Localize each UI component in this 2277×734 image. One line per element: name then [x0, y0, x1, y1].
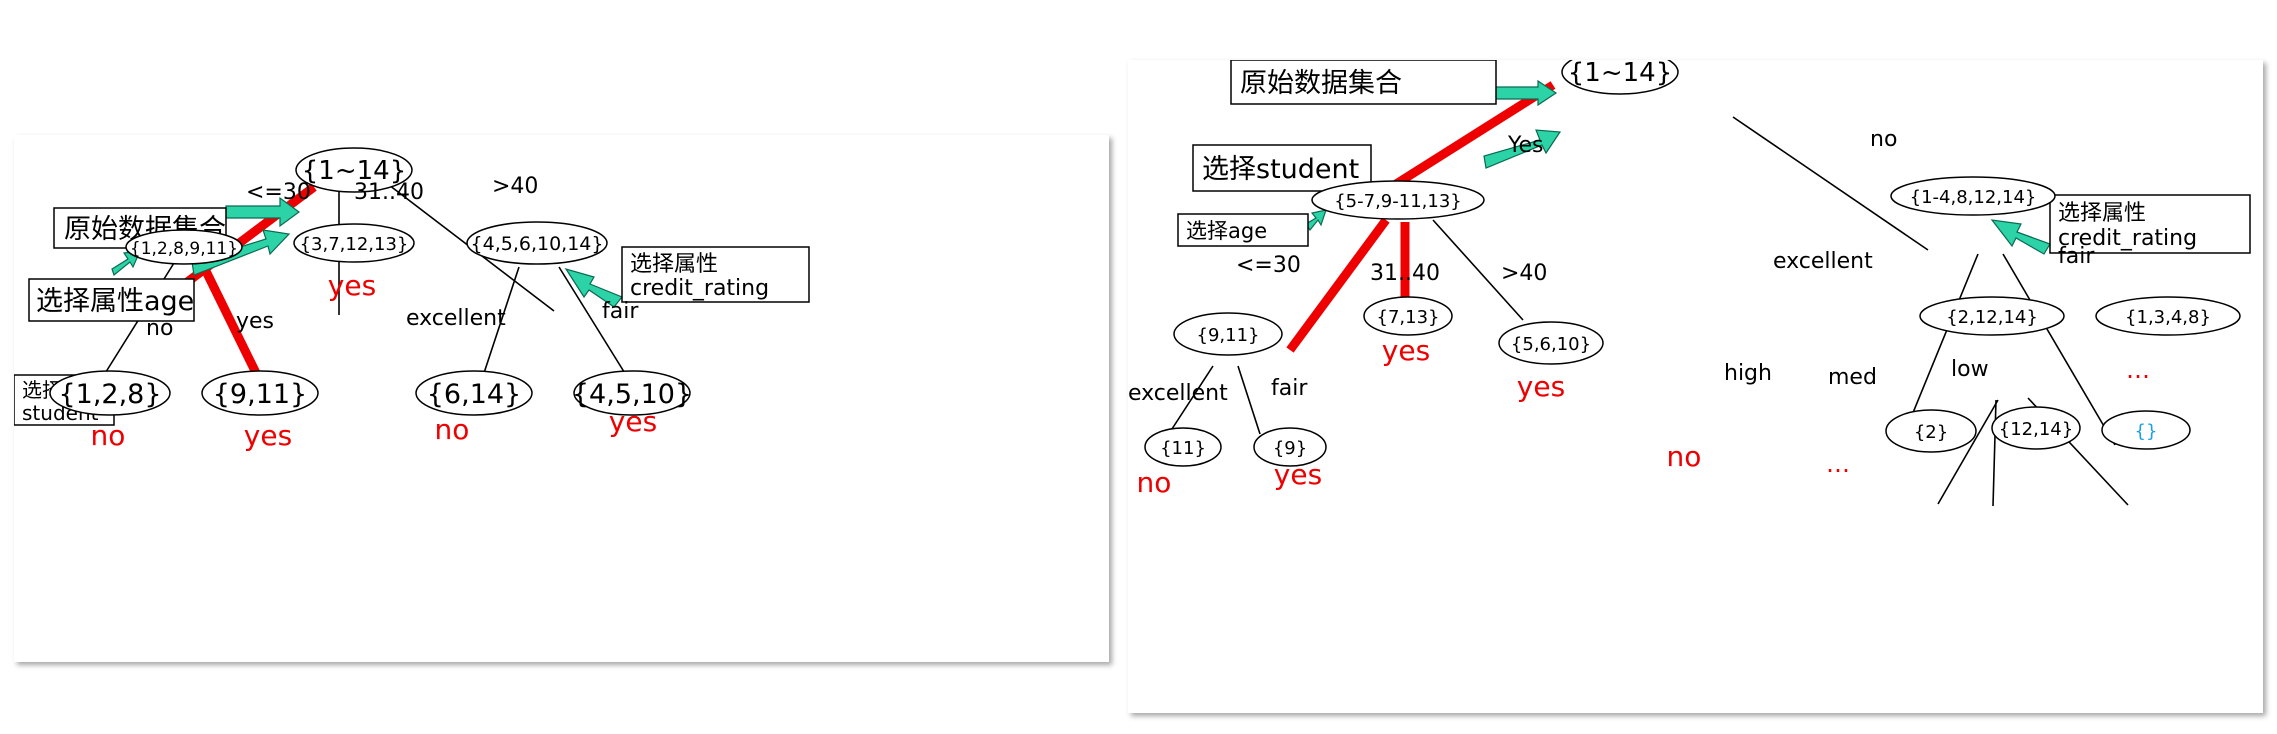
result-node-5610: yes: [1517, 370, 1565, 403]
right-decision-tree-panel: 原始数据集合 选择student 选择age 选择属性 credit_ratin…: [1128, 60, 2263, 713]
label-original: 原始数据集合: [1240, 68, 1402, 99]
edge-label-high: high: [1724, 361, 1772, 386]
arrow-age-icon: [1305, 209, 1327, 232]
node-21214-label: {2,12,14}: [1946, 307, 2038, 328]
edge-label-mid: 31..40: [354, 180, 424, 205]
node-mid-label: {3,7,12,13}: [300, 234, 409, 255]
node-old-label: {4,5,6,10,14}: [471, 233, 604, 255]
edge-label-med: med: [1828, 365, 1877, 390]
result-leaf-11: no: [1137, 466, 1172, 499]
result-leaf-9: yes: [1274, 458, 1322, 491]
edge-label-yes: Yes: [1507, 133, 1544, 158]
leaf-1214-label: {12,14}: [1999, 419, 2073, 440]
node-911-label: {9,11}: [1197, 325, 1260, 346]
node-5610-label: {5,6,10}: [1511, 334, 1591, 355]
label-choose-credit-2: credit_rating: [630, 276, 769, 301]
node-young-label: {1,2,8,9,11}: [130, 239, 238, 259]
leaf-11-label: {11}: [1160, 438, 1206, 459]
result-leaf-4510: yes: [609, 405, 657, 438]
leaf-128-label: {1,2,8}: [58, 379, 161, 410]
edge-label-excellent-1: excellent: [1128, 381, 1228, 406]
label-choose-age: 选择age: [1186, 219, 1267, 243]
node-713-label: {7,13}: [1377, 307, 1440, 328]
result-leaf-128: no: [91, 419, 126, 452]
edge-label-le30: <=30: [1236, 253, 1301, 278]
label-choose-student: 选择student: [1202, 154, 1359, 185]
edge-label-mid: 31..40: [1370, 261, 1440, 286]
label-choose-credit-1: 选择属性: [630, 252, 718, 277]
edge-label-yes: yes: [236, 309, 274, 334]
leaf-2-label: {2}: [1914, 422, 1948, 443]
edge-label-fair: fair: [602, 299, 639, 324]
edge-no: [1732, 116, 1929, 251]
edge-label-low: low: [1951, 357, 1989, 382]
edge-med: [1992, 399, 1997, 507]
edge-label-gt40: >40: [1501, 261, 1547, 286]
edge-label-no: no: [146, 316, 173, 341]
edge-label-no: no: [1870, 127, 1897, 152]
right-tree-svg: 原始数据集合 选择student 选择age 选择属性 credit_ratin…: [1128, 60, 2251, 507]
node-root-label: {1~14}: [1568, 60, 1673, 88]
leaf-empty-label: {}: [2135, 421, 2158, 442]
leaf-911-label: {9,11}: [213, 379, 307, 410]
edge-label-fair-2: fair: [2058, 244, 2095, 269]
node-no-label: {1-4,8,12,14}: [1910, 187, 2037, 208]
leaf-614-label: {6,14}: [427, 379, 521, 410]
edge-label-fair-1: fair: [1271, 376, 1308, 401]
ellipsis-leaf-1214: …: [1826, 450, 1850, 478]
node-1348-label: {1,3,4,8}: [2125, 307, 2211, 328]
result-node-713: yes: [1382, 334, 1430, 367]
node-yes-label: {5-7,9-11,13}: [1334, 191, 1462, 212]
result-leaf-2: no: [1667, 440, 1702, 473]
arrow-credit-icon: [1990, 219, 2051, 255]
edge-label-gt40: >40: [492, 174, 538, 199]
result-mid: yes: [328, 269, 376, 302]
left-decision-tree-panel: 原始数据集合 选择属性age 选择属性 student 选择属性 credit_…: [14, 135, 1109, 662]
label-choose-age: 选择属性age: [36, 286, 194, 317]
edge-fair-1: [1237, 365, 1261, 435]
edge-label-excellent: excellent: [406, 306, 506, 331]
edge-label-excellent-2: excellent: [1773, 249, 1873, 274]
left-tree-svg: 原始数据集合 选择属性age 选择属性 student 选择属性 credit_…: [14, 147, 810, 452]
leaf-9-label: {9}: [1273, 438, 1307, 459]
result-leaf-614: no: [435, 413, 470, 446]
ellipsis-node-1348: …: [2126, 356, 2150, 384]
label-choose-credit-1: 选择属性: [2058, 201, 2146, 226]
edge-label-le30: <=30: [246, 180, 311, 205]
result-leaf-911: yes: [244, 419, 292, 452]
